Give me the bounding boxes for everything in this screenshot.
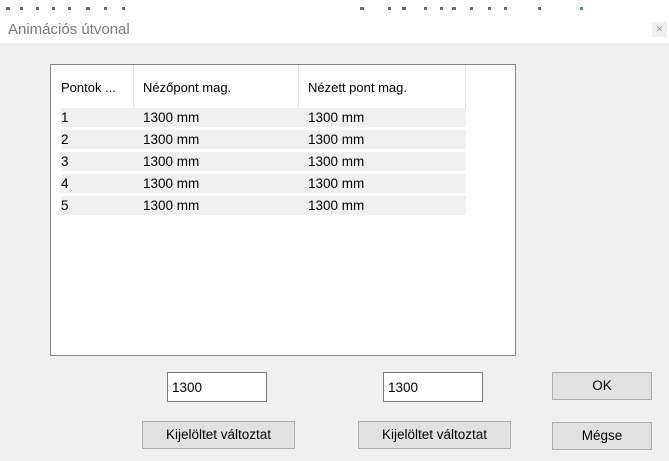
- viewpoint-height: 1300 mm: [143, 198, 200, 213]
- viewpoint-height: 1300 mm: [143, 154, 200, 169]
- target-height: 1300 mm: [308, 132, 365, 147]
- target-height: 1300 mm: [308, 176, 365, 191]
- dialog-title: Animációs útvonal: [8, 21, 130, 38]
- column-header-viewpoint-height[interactable]: Nézőpont mag.: [143, 80, 231, 95]
- point-number: 5: [61, 198, 69, 213]
- background-window-strip: [0, 0, 669, 12]
- column-divider[interactable]: [133, 65, 134, 108]
- column-header-points[interactable]: Pontok ...: [61, 80, 116, 95]
- viewpoint-height: 1300 mm: [143, 176, 200, 191]
- change-selected-viewpoint-button[interactable]: Kijelöltet változtat: [142, 421, 295, 449]
- list-row[interactable]: 4 1300 mm 1300 mm: [61, 174, 466, 193]
- title-bar: Animációs útvonal ✕: [0, 12, 669, 43]
- column-header-target-height[interactable]: Nézett pont mag.: [308, 80, 407, 95]
- points-list[interactable]: Pontok ... Nézőpont mag. Nézett pont mag…: [50, 64, 516, 356]
- point-number: 1: [61, 110, 69, 125]
- point-number: 2: [61, 132, 69, 147]
- point-number: 3: [61, 154, 69, 169]
- list-row[interactable]: 5 1300 mm 1300 mm: [61, 196, 466, 215]
- column-divider[interactable]: [298, 65, 299, 108]
- viewpoint-height: 1300 mm: [143, 110, 200, 125]
- viewpoint-height-input[interactable]: [167, 372, 267, 402]
- list-row[interactable]: 3 1300 mm 1300 mm: [61, 152, 466, 171]
- target-height-input[interactable]: [383, 372, 483, 402]
- viewpoint-height: 1300 mm: [143, 132, 200, 147]
- change-selected-target-button[interactable]: Kijelöltet változtat: [358, 421, 511, 449]
- point-number: 4: [61, 176, 69, 191]
- target-height: 1300 mm: [308, 110, 365, 125]
- cancel-button[interactable]: Mégse: [552, 422, 652, 450]
- list-row[interactable]: 1 1300 mm 1300 mm: [61, 108, 466, 127]
- list-header: Pontok ... Nézőpont mag. Nézett pont mag…: [51, 65, 515, 108]
- column-divider[interactable]: [465, 65, 466, 108]
- animation-path-dialog: Animációs útvonal ✕ Pontok ... Nézőpont …: [0, 12, 669, 461]
- target-height: 1300 mm: [308, 154, 365, 169]
- close-icon[interactable]: ✕: [652, 22, 667, 37]
- ok-button[interactable]: OK: [552, 372, 652, 400]
- list-row[interactable]: 2 1300 mm 1300 mm: [61, 130, 466, 149]
- target-height: 1300 mm: [308, 198, 365, 213]
